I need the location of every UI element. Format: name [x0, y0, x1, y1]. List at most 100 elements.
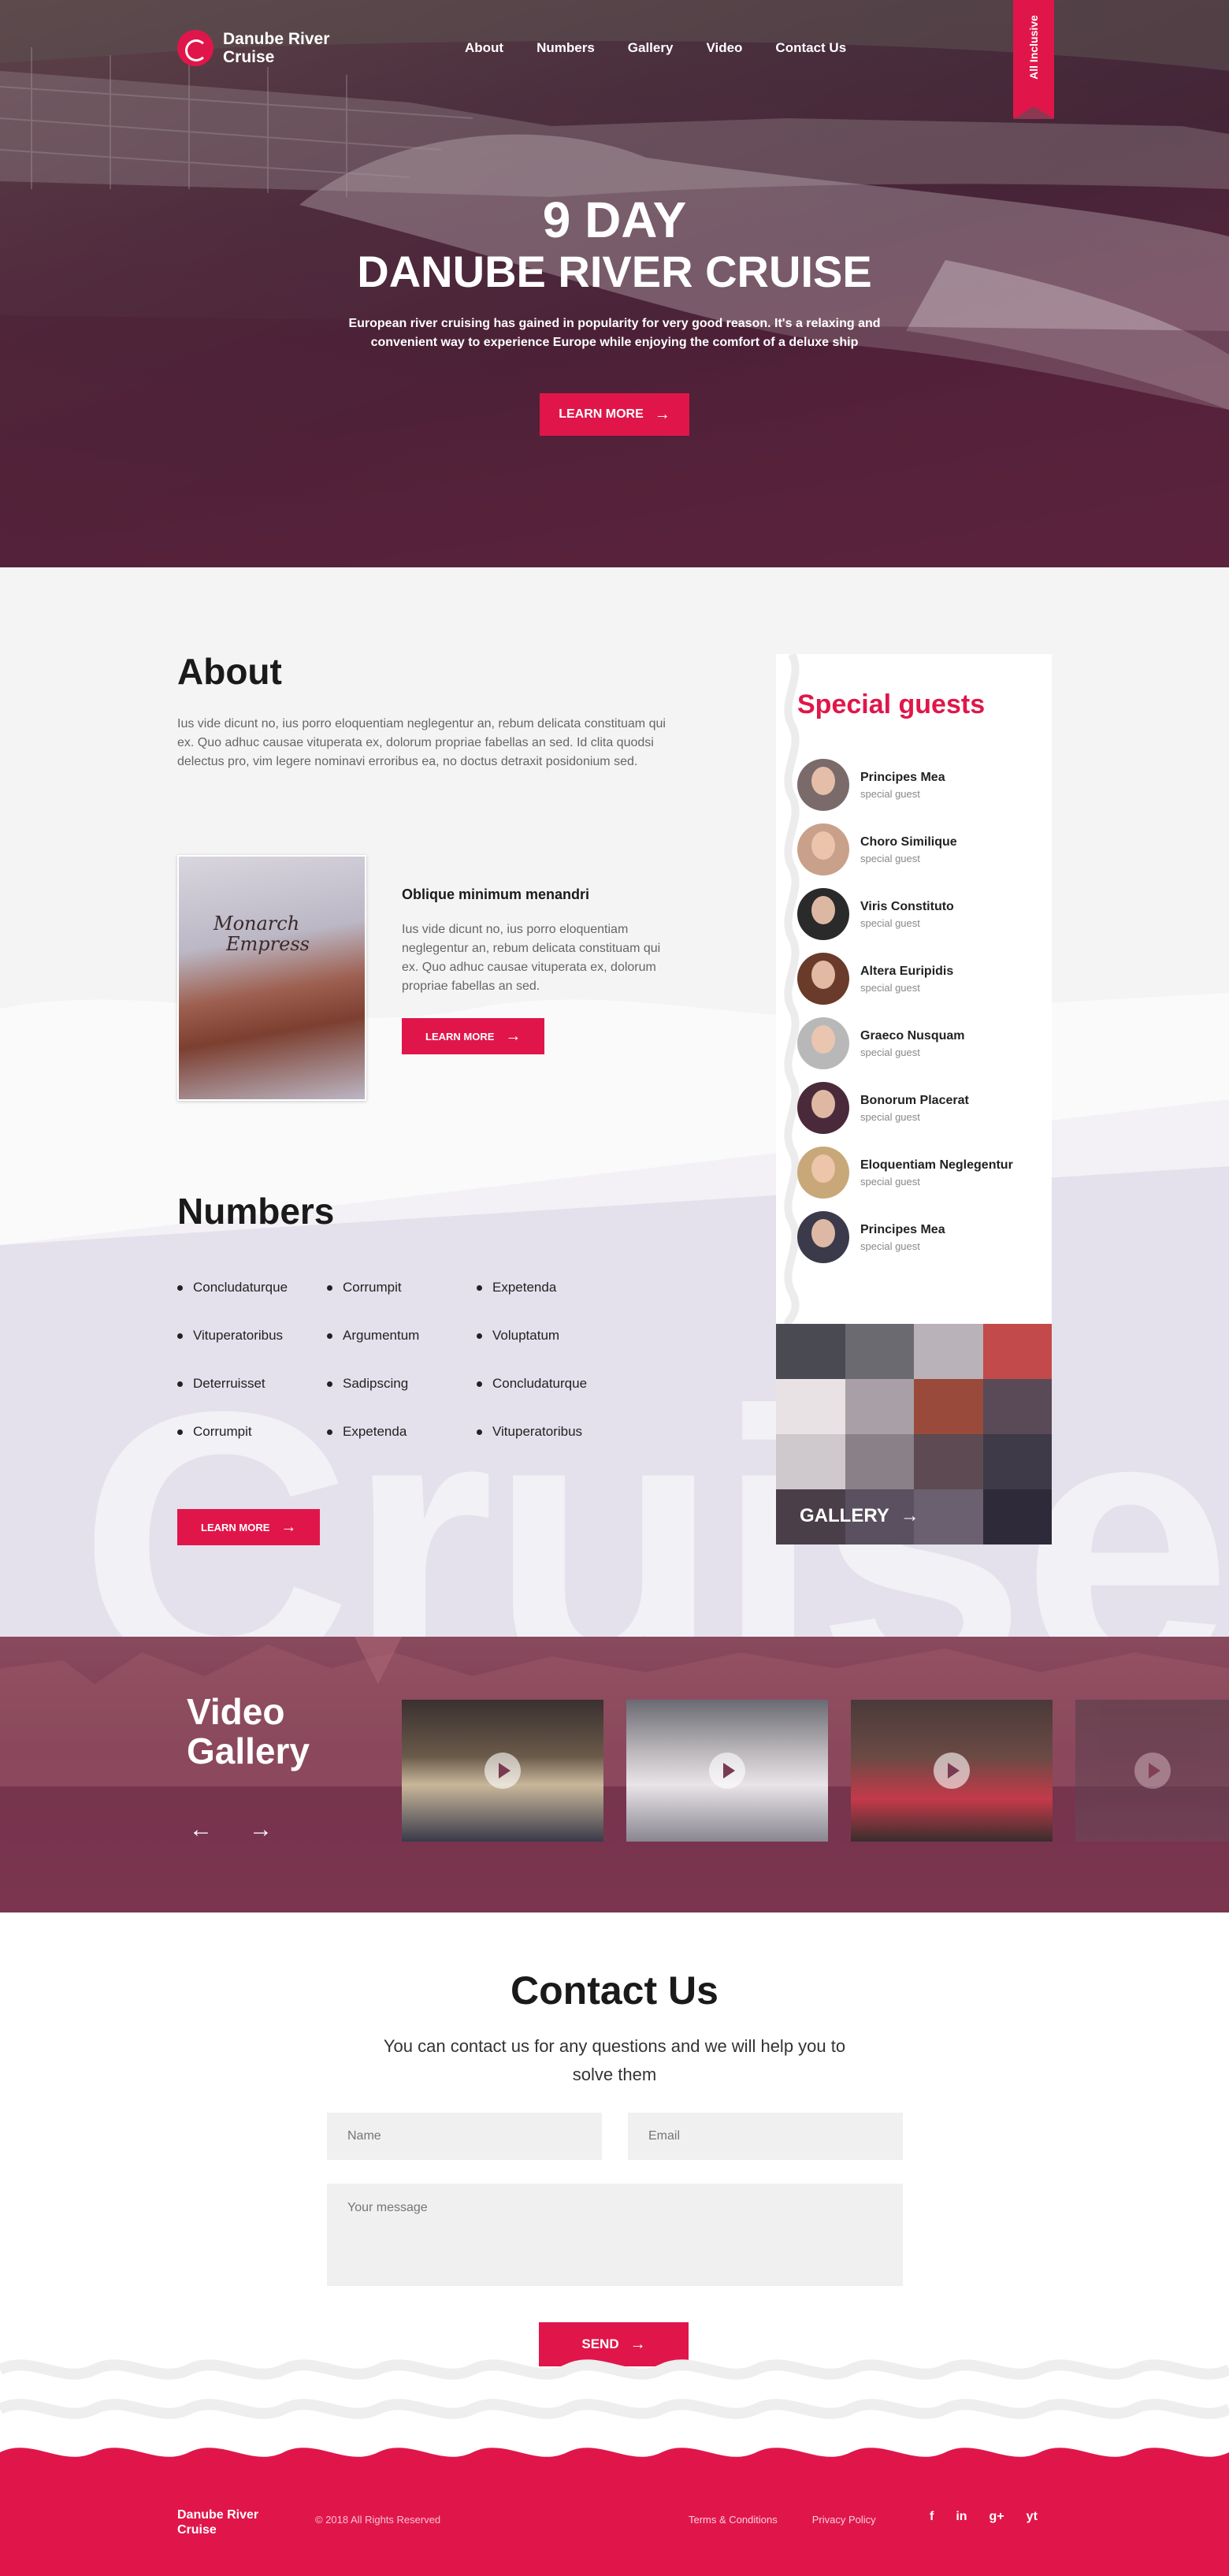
about-numbers-section: Cruise About Ius vide dicunt no, ius por…: [0, 567, 1229, 1637]
contact-subtitle: You can contact us for any questions and…: [383, 2036, 846, 2084]
card-learn-more-button[interactable]: LEARN MORE →: [402, 1018, 545, 1054]
gallery-link[interactable]: GALLERY →: [800, 1505, 919, 1527]
linkedin-icon[interactable]: in: [956, 2510, 967, 2524]
list-item: Concludaturque: [477, 1376, 626, 1392]
message-field[interactable]: [327, 2184, 903, 2286]
google-plus-icon[interactable]: g+: [990, 2510, 1004, 2524]
facebook-icon[interactable]: f: [930, 2510, 934, 2524]
numbers-title: Numbers: [177, 1191, 335, 1232]
list-item: Vituperatoribus: [177, 1328, 327, 1344]
guest-item[interactable]: Graeco Nusquam special guest: [797, 1011, 1013, 1076]
list-item: Vituperatoribus: [477, 1424, 626, 1440]
guest-item[interactable]: Principes Mea special guest: [797, 753, 1013, 817]
list-item: Corrumpit: [177, 1424, 327, 1440]
play-icon: [485, 1753, 521, 1789]
privacy-link[interactable]: Privacy Policy: [812, 2514, 876, 2526]
arrow-right-icon[interactable]: →: [249, 1816, 273, 1843]
email-field[interactable]: [628, 2113, 903, 2160]
nav-numbers[interactable]: Numbers: [537, 40, 595, 56]
guest-item[interactable]: Principes Mea special guest: [797, 1205, 1013, 1269]
guest-item[interactable]: Viris Constituto special guest: [797, 882, 1013, 946]
arrow-right-icon: →: [654, 406, 670, 423]
contact-title: Contact Us: [511, 1968, 718, 2013]
about-title: About: [177, 651, 282, 692]
guest-role: special guest: [860, 787, 920, 800]
video-thumbnail[interactable]: [1075, 1700, 1229, 1842]
copyright: © 2018 All Rights Reserved: [315, 2514, 441, 2526]
footer-links: Terms & Conditions Privacy Policy: [689, 2514, 876, 2526]
guest-item[interactable]: Bonorum Placerat special guest: [797, 1076, 1013, 1140]
logo-icon: [177, 30, 213, 66]
avatar: [797, 888, 849, 940]
video-thumbnail[interactable]: [851, 1700, 1053, 1842]
numbers-list: Concludaturque Corrumpit Expetenda Vitup…: [177, 1280, 626, 1440]
avatar: [797, 759, 849, 811]
avatar: [797, 953, 849, 1005]
avatar: [797, 1211, 849, 1263]
hero-subtitle: European river cruising has gained in po…: [348, 317, 881, 349]
list-item: Sadipscing: [327, 1376, 477, 1392]
guest-role: special guest: [860, 916, 920, 929]
guest-name: Viris Constituto: [860, 899, 954, 913]
guest-list: Principes Mea special guest Choro Simili…: [797, 753, 1013, 1269]
arrow-right-icon: →: [280, 1518, 297, 1536]
nav-video[interactable]: Video: [706, 40, 742, 56]
nav-contact[interactable]: Contact Us: [775, 40, 846, 56]
guest-name: Choro Similique: [860, 835, 957, 849]
guest-name: Bonorum Placerat: [860, 1093, 969, 1107]
list-item: Voluptatum: [477, 1328, 626, 1344]
name-field[interactable]: [327, 2113, 602, 2160]
guest-role: special guest: [860, 852, 920, 864]
avatar: [797, 1082, 849, 1134]
play-icon: [934, 1753, 970, 1789]
arrow-right-icon: →: [505, 1028, 522, 1045]
video-thumbnail[interactable]: [626, 1700, 828, 1842]
about-block: About Ius vide dicunt no, ius porro eloq…: [177, 650, 681, 771]
nav-about[interactable]: About: [465, 40, 503, 56]
guest-role: special guest: [860, 1046, 920, 1058]
hero-section: Danube River Cruise About Numbers Galler…: [0, 0, 1229, 567]
guest-name: Eloquentiam Neglegentur: [860, 1158, 1013, 1172]
guest-role: special guest: [860, 981, 920, 994]
guest-item[interactable]: Eloquentiam Neglegentur special guest: [797, 1140, 1013, 1205]
contact-form: [327, 2113, 903, 2286]
guest-name: Altera Euripidis: [860, 964, 954, 978]
wave-decoration: [0, 2359, 1229, 2464]
card-text: Ius vide dicunt no, ius porro eloquentia…: [402, 923, 661, 993]
arrow-right-icon: →: [629, 2336, 646, 2353]
numbers-learn-more-button[interactable]: LEARN MORE →: [177, 1509, 321, 1545]
guest-role: special guest: [860, 1110, 920, 1123]
brand-logo[interactable]: Danube River Cruise: [177, 30, 329, 66]
list-item: Corrumpit: [327, 1280, 477, 1295]
list-item: Concludaturque: [177, 1280, 327, 1295]
hero-learn-more-button[interactable]: LEARN MORE →: [540, 393, 689, 436]
arrow-right-icon: →: [900, 1505, 919, 1526]
social-links: f in g+ yt: [930, 2510, 1038, 2524]
avatar: [797, 823, 849, 875]
numbers-block: Numbers Concludaturque Corrumpit Expeten…: [177, 1190, 626, 1440]
hero-title-line2: DANUBE RIVER CRUISE: [357, 247, 872, 296]
youtube-icon[interactable]: yt: [1027, 2510, 1038, 2524]
special-guests-panel: Special guests Principes Mea special gue…: [776, 654, 1052, 1324]
avatar: [797, 1017, 849, 1069]
terms-link[interactable]: Terms & Conditions: [689, 2514, 778, 2526]
guest-name: Principes Mea: [860, 770, 945, 784]
video-carousel-controls: ← →: [189, 1816, 273, 1843]
guest-item[interactable]: Altera Euripidis special guest: [797, 946, 1013, 1011]
footer: Danube River Cruise © 2018 All Rights Re…: [0, 2464, 1229, 2576]
about-card: Monarch Empress Oblique minimum menandri…: [177, 855, 674, 1101]
main-menu: About Numbers Gallery Video Contact Us: [465, 40, 846, 56]
card-title: Oblique minimum menandri: [402, 887, 590, 902]
list-item: Deterruisset: [177, 1376, 327, 1392]
arrow-left-icon[interactable]: ←: [189, 1816, 213, 1843]
video-title: Video Gallery: [187, 1691, 310, 1771]
video-thumbnail[interactable]: [402, 1700, 603, 1842]
footer-logo[interactable]: Danube River Cruise: [177, 2507, 258, 2537]
guest-name: Graeco Nusquam: [860, 1028, 965, 1043]
guests-title: Special guests: [797, 690, 986, 719]
play-icon: [1134, 1753, 1171, 1789]
reception-image: Monarch Empress: [177, 855, 366, 1101]
guest-item[interactable]: Choro Similique special guest: [797, 817, 1013, 882]
nav-gallery[interactable]: Gallery: [628, 40, 674, 56]
about-card-body: Oblique minimum menandri Ius vide dicunt…: [402, 855, 674, 1101]
